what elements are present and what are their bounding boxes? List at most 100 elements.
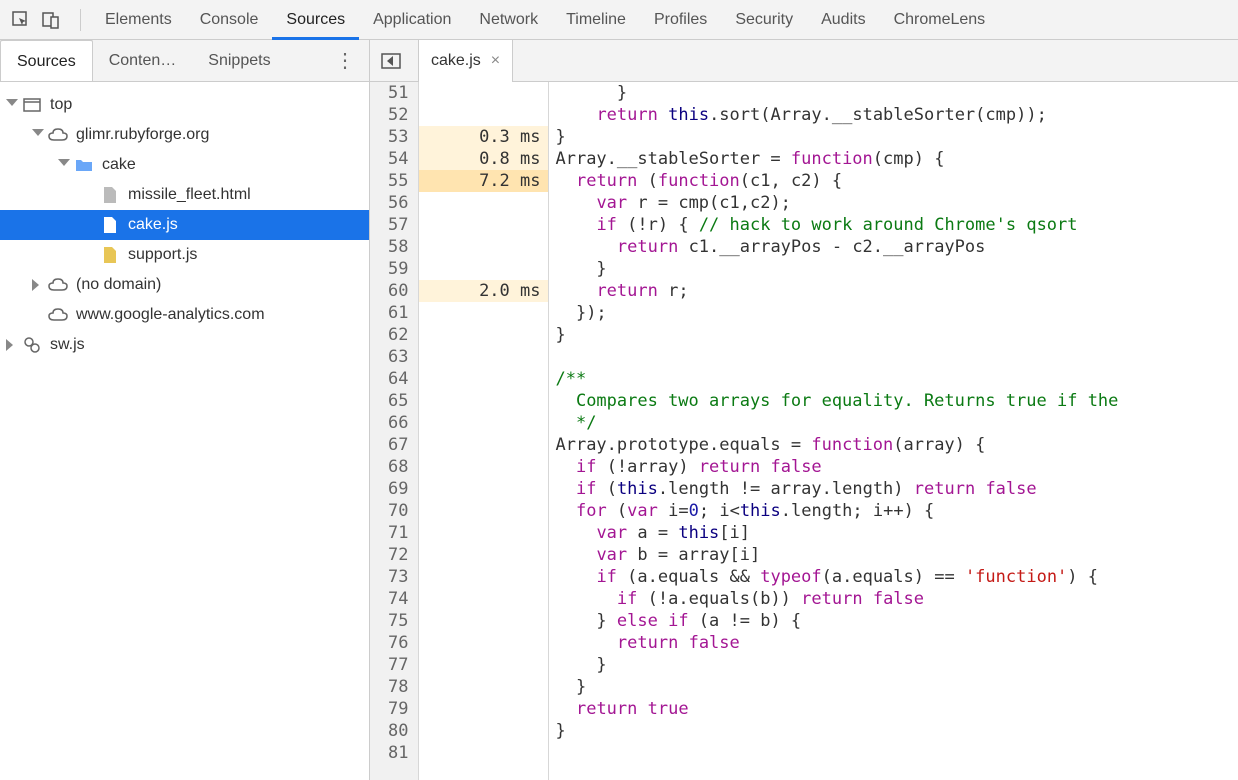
sidebar-tab-snippets[interactable]: Snippets [192,40,286,82]
line-number[interactable]: 63 [370,346,418,368]
main-tab-elements[interactable]: Elements [91,0,186,40]
code-line[interactable]: }); [555,302,1118,324]
line-number[interactable]: 78 [370,676,418,698]
line-number[interactable]: 81 [370,742,418,764]
line-number[interactable]: 77 [370,654,418,676]
disclosure-arrow-icon[interactable] [58,159,70,171]
line-number[interactable]: 76 [370,632,418,654]
disclosure-arrow-icon[interactable] [6,99,18,111]
editor-tab[interactable]: cake.js × [418,40,513,82]
main-tab-profiles[interactable]: Profiles [640,0,721,40]
close-icon[interactable]: × [491,52,500,70]
code-line[interactable]: } else if (a != b) { [555,610,1118,632]
code-line[interactable]: } [555,258,1118,280]
code-line[interactable]: /** [555,368,1118,390]
device-icon[interactable] [40,9,62,31]
code-line[interactable] [555,742,1118,764]
code-line[interactable]: return this.sort(Array.__stableSorter(cm… [555,104,1118,126]
code-line[interactable] [555,346,1118,368]
line-number[interactable]: 64 [370,368,418,390]
main-tab-security[interactable]: Security [721,0,807,40]
code-line[interactable]: for (var i=0; i<this.length; i++) { [555,500,1118,522]
main-tab-console[interactable]: Console [186,0,273,40]
code-line[interactable]: return c1.__arrayPos - c2.__arrayPos [555,236,1118,258]
code-line[interactable]: return false [555,632,1118,654]
main-tab-application[interactable]: Application [359,0,465,40]
tree-item[interactable]: cake.js [0,210,369,240]
line-number[interactable]: 73 [370,566,418,588]
line-number[interactable]: 54 [370,148,418,170]
line-number[interactable]: 56 [370,192,418,214]
tree-item[interactable]: support.js [0,240,369,270]
line-number[interactable]: 66 [370,412,418,434]
code-line[interactable]: Compares two arrays for equality. Return… [555,390,1118,412]
code-line[interactable]: Array.__stableSorter = function(cmp) { [555,148,1118,170]
line-number[interactable]: 60 [370,280,418,302]
code-line[interactable]: if (!a.equals(b)) return false [555,588,1118,610]
code-line[interactable]: return (function(c1, c2) { [555,170,1118,192]
code-line[interactable]: return r; [555,280,1118,302]
code-line[interactable]: } [555,324,1118,346]
toggle-navigator-icon[interactable] [376,46,406,76]
code-line[interactable]: return true [555,698,1118,720]
line-number[interactable]: 62 [370,324,418,346]
disclosure-arrow-icon[interactable] [32,129,44,141]
code-line[interactable]: } [555,676,1118,698]
main-tab-timeline[interactable]: Timeline [552,0,640,40]
main-tab-network[interactable]: Network [465,0,552,40]
code-line[interactable]: var a = this[i] [555,522,1118,544]
line-number[interactable]: 71 [370,522,418,544]
line-number[interactable]: 53 [370,126,418,148]
tree-item[interactable]: cake [0,150,369,180]
line-number[interactable]: 69 [370,478,418,500]
cloud-icon [48,305,68,325]
line-number[interactable]: 70 [370,500,418,522]
code-line[interactable]: } [555,654,1118,676]
tree-item[interactable]: missile_fleet.html [0,180,369,210]
tree-item[interactable]: top [0,90,369,120]
code-line[interactable]: */ [555,412,1118,434]
timing-cell [419,544,548,566]
line-number[interactable]: 68 [370,456,418,478]
code-text[interactable]: } return this.sort(Array.__stableSorter(… [549,82,1118,780]
arrow-placeholder [84,189,96,201]
code-line[interactable]: Array.prototype.equals = function(array)… [555,434,1118,456]
code-line[interactable]: if (!array) return false [555,456,1118,478]
code-line[interactable]: } [555,720,1118,742]
line-number[interactable]: 67 [370,434,418,456]
line-number[interactable]: 80 [370,720,418,742]
code-line[interactable]: if (!r) { // hack to work around Chrome'… [555,214,1118,236]
line-number[interactable]: 55 [370,170,418,192]
line-number[interactable]: 72 [370,544,418,566]
code-line[interactable]: } [555,82,1118,104]
line-number[interactable]: 61 [370,302,418,324]
more-icon[interactable]: ⋮ [321,48,369,73]
line-number[interactable]: 75 [370,610,418,632]
code-area[interactable]: 5152535455565758596061626364656667686970… [370,82,1238,780]
tree-item[interactable]: (no domain) [0,270,369,300]
code-line[interactable]: if (this.length != array.length) return … [555,478,1118,500]
tree-item[interactable]: glimr.rubyforge.org [0,120,369,150]
line-number[interactable]: 52 [370,104,418,126]
disclosure-arrow-icon[interactable] [6,339,18,351]
line-number[interactable]: 65 [370,390,418,412]
code-line[interactable]: var b = array[i] [555,544,1118,566]
tree-item[interactable]: www.google-analytics.com [0,300,369,330]
main-tab-chromelens[interactable]: ChromeLens [880,0,1000,40]
code-line[interactable]: } [555,126,1118,148]
main-tab-sources[interactable]: Sources [272,0,359,40]
disclosure-arrow-icon[interactable] [32,279,44,291]
code-line[interactable]: var r = cmp(c1,c2); [555,192,1118,214]
inspect-icon[interactable] [10,9,32,31]
sidebar-tab-conten[interactable]: Conten… [93,40,193,82]
main-tab-audits[interactable]: Audits [807,0,879,40]
line-number[interactable]: 57 [370,214,418,236]
line-number[interactable]: 51 [370,82,418,104]
line-number[interactable]: 79 [370,698,418,720]
sidebar-tab-sources[interactable]: Sources [0,39,93,81]
code-line[interactable]: if (a.equals && typeof(a.equals) == 'fun… [555,566,1118,588]
line-number[interactable]: 58 [370,236,418,258]
tree-item[interactable]: sw.js [0,330,369,360]
line-number[interactable]: 74 [370,588,418,610]
line-number[interactable]: 59 [370,258,418,280]
